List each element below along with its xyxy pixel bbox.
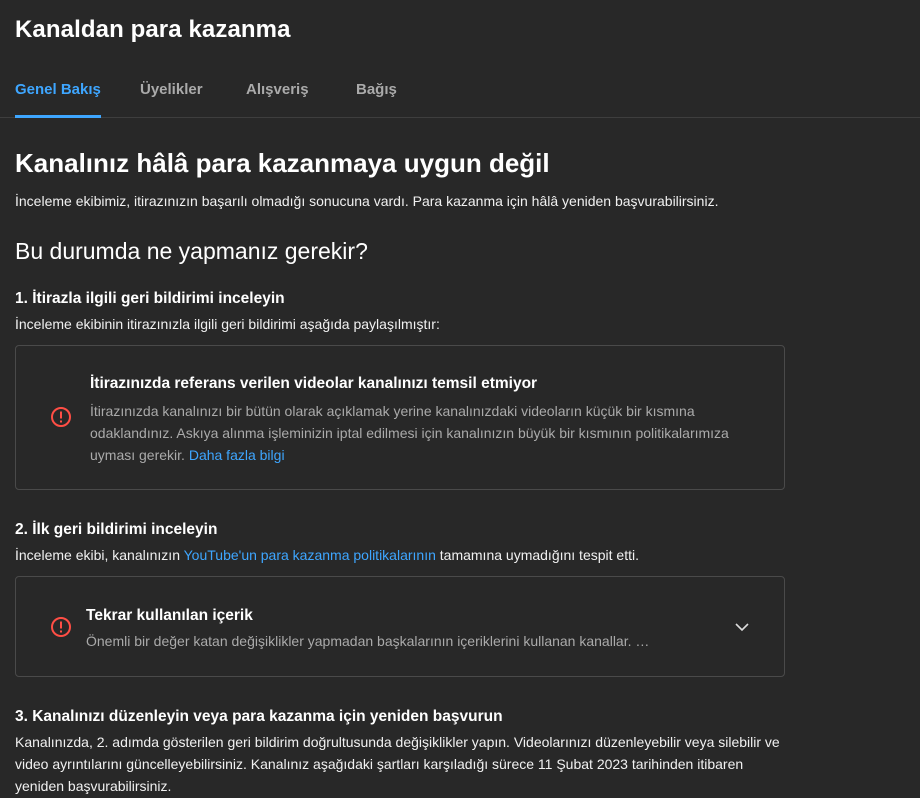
tab-donations[interactable]: Bağış — [356, 81, 397, 118]
tab-overview[interactable]: Genel Bakış — [15, 81, 101, 118]
alert-circle-icon — [50, 616, 72, 638]
chevron-down-icon[interactable] — [734, 619, 750, 635]
reused-content-body: Önemli bir değer katan değişiklikler yap… — [86, 633, 650, 649]
step2-desc: İnceleme ekibi, kanalınızın YouTube'un p… — [15, 547, 639, 563]
step2-desc-text-before: İnceleme ekibi, kanalınızın — [15, 547, 184, 563]
reused-content-title: Tekrar kullanılan içerik — [86, 607, 253, 624]
status-heading: Kanalınız hâlâ para kazanmaya uygun deği… — [15, 148, 550, 178]
tab-bar: Genel Bakış Üyelikler Alışveriş Bağış — [0, 66, 920, 118]
step1-title: 1. İtirazla ilgili geri bildirimi incele… — [15, 290, 285, 307]
next-steps-heading: Bu durumda ne yapmanız gerekir? — [15, 238, 368, 264]
step1-desc: İnceleme ekibinin itirazınızla ilgili ge… — [15, 316, 440, 332]
reused-content-card[interactable]: Tekrar kullanılan içerik Önemli bir değe… — [15, 576, 785, 677]
feedback-card-body: İtirazınızda kanalınızı bir bütün olarak… — [90, 400, 760, 466]
feedback-card: İtirazınızda referans verilen videolar k… — [15, 345, 785, 490]
feedback-card-text: İtirazınızda kanalınızı bir bütün olarak… — [90, 403, 729, 463]
page-title: Kanaldan para kazanma — [15, 16, 291, 43]
status-message: İnceleme ekibimiz, itirazınızın başarılı… — [15, 193, 719, 209]
step3-title: 3. Kanalınızı düzenleyin veya para kazan… — [15, 708, 503, 725]
alert-circle-icon — [50, 406, 72, 428]
feedback-card-title: İtirazınızda referans verilen videolar k… — [90, 375, 538, 392]
step3-body: Kanalınızda, 2. adımda gösterilen geri b… — [15, 734, 780, 794]
monetization-policies-link[interactable]: YouTube'un para kazanma politikalarının — [184, 547, 436, 563]
tab-memberships[interactable]: Üyelikler — [140, 81, 203, 118]
step2-title: 2. İlk geri bildirimi inceleyin — [15, 521, 218, 538]
step2-desc-text-after: tamamına uymadığını tespit etti. — [435, 547, 639, 563]
learn-more-link[interactable]: Daha fazla bilgi — [189, 447, 285, 463]
tab-shopping[interactable]: Alışveriş — [246, 81, 309, 118]
